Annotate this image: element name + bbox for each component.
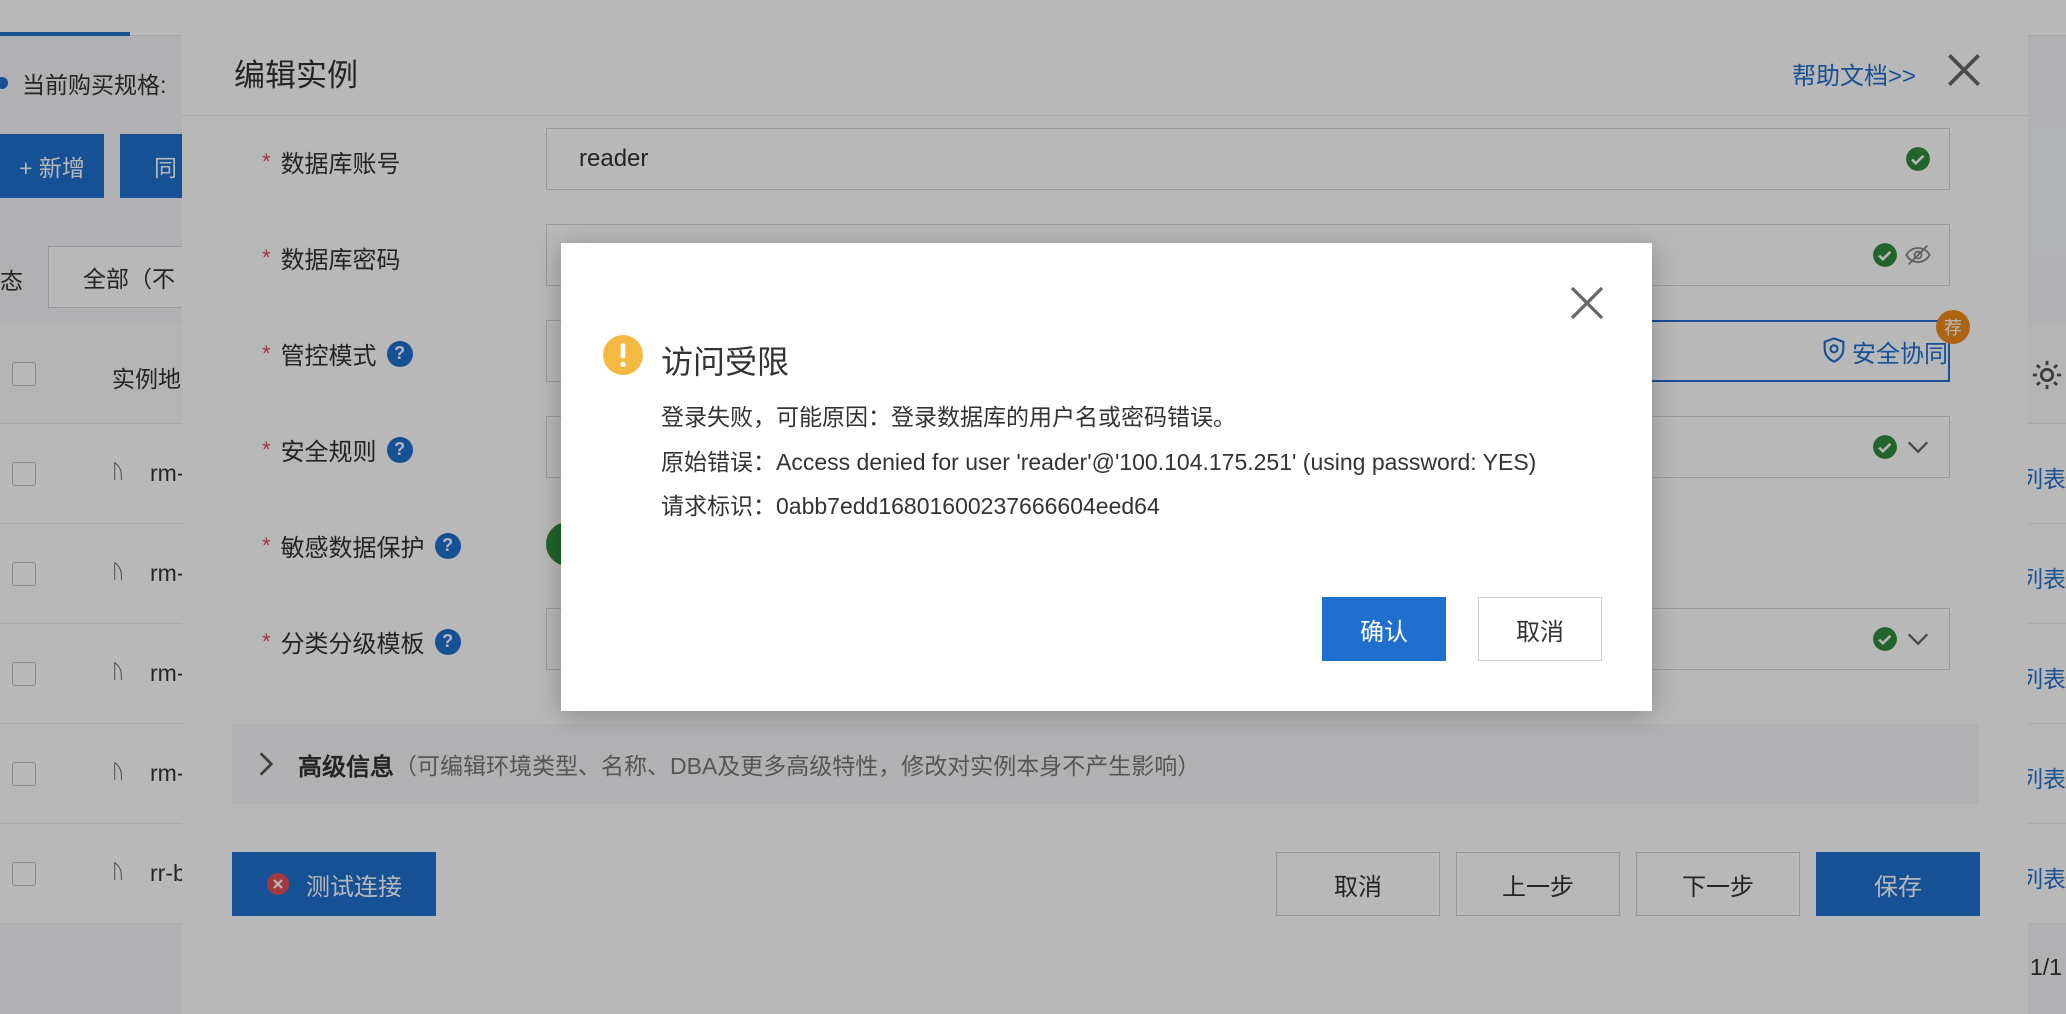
dialog-title: 访问受限 (661, 344, 790, 380)
confirm-button[interactable]: 确认 (1322, 597, 1446, 661)
error-reason-text: 登录失败，可能原因：登录数据库的用户名或密码错误。 (661, 404, 1236, 430)
request-id-text: 请求标识：0abb7edd16801600237666604eed64 (661, 493, 1160, 519)
warning-icon (603, 335, 643, 375)
original-error-text: 原始错误：Access denied for user 'reader'@'10… (661, 449, 1537, 475)
cancel-button[interactable]: 取消 (1478, 597, 1602, 661)
close-icon[interactable] (1567, 283, 1607, 323)
access-denied-dialog: 访问受限 登录失败，可能原因：登录数据库的用户名或密码错误。 原始错误：Acce… (561, 243, 1652, 711)
